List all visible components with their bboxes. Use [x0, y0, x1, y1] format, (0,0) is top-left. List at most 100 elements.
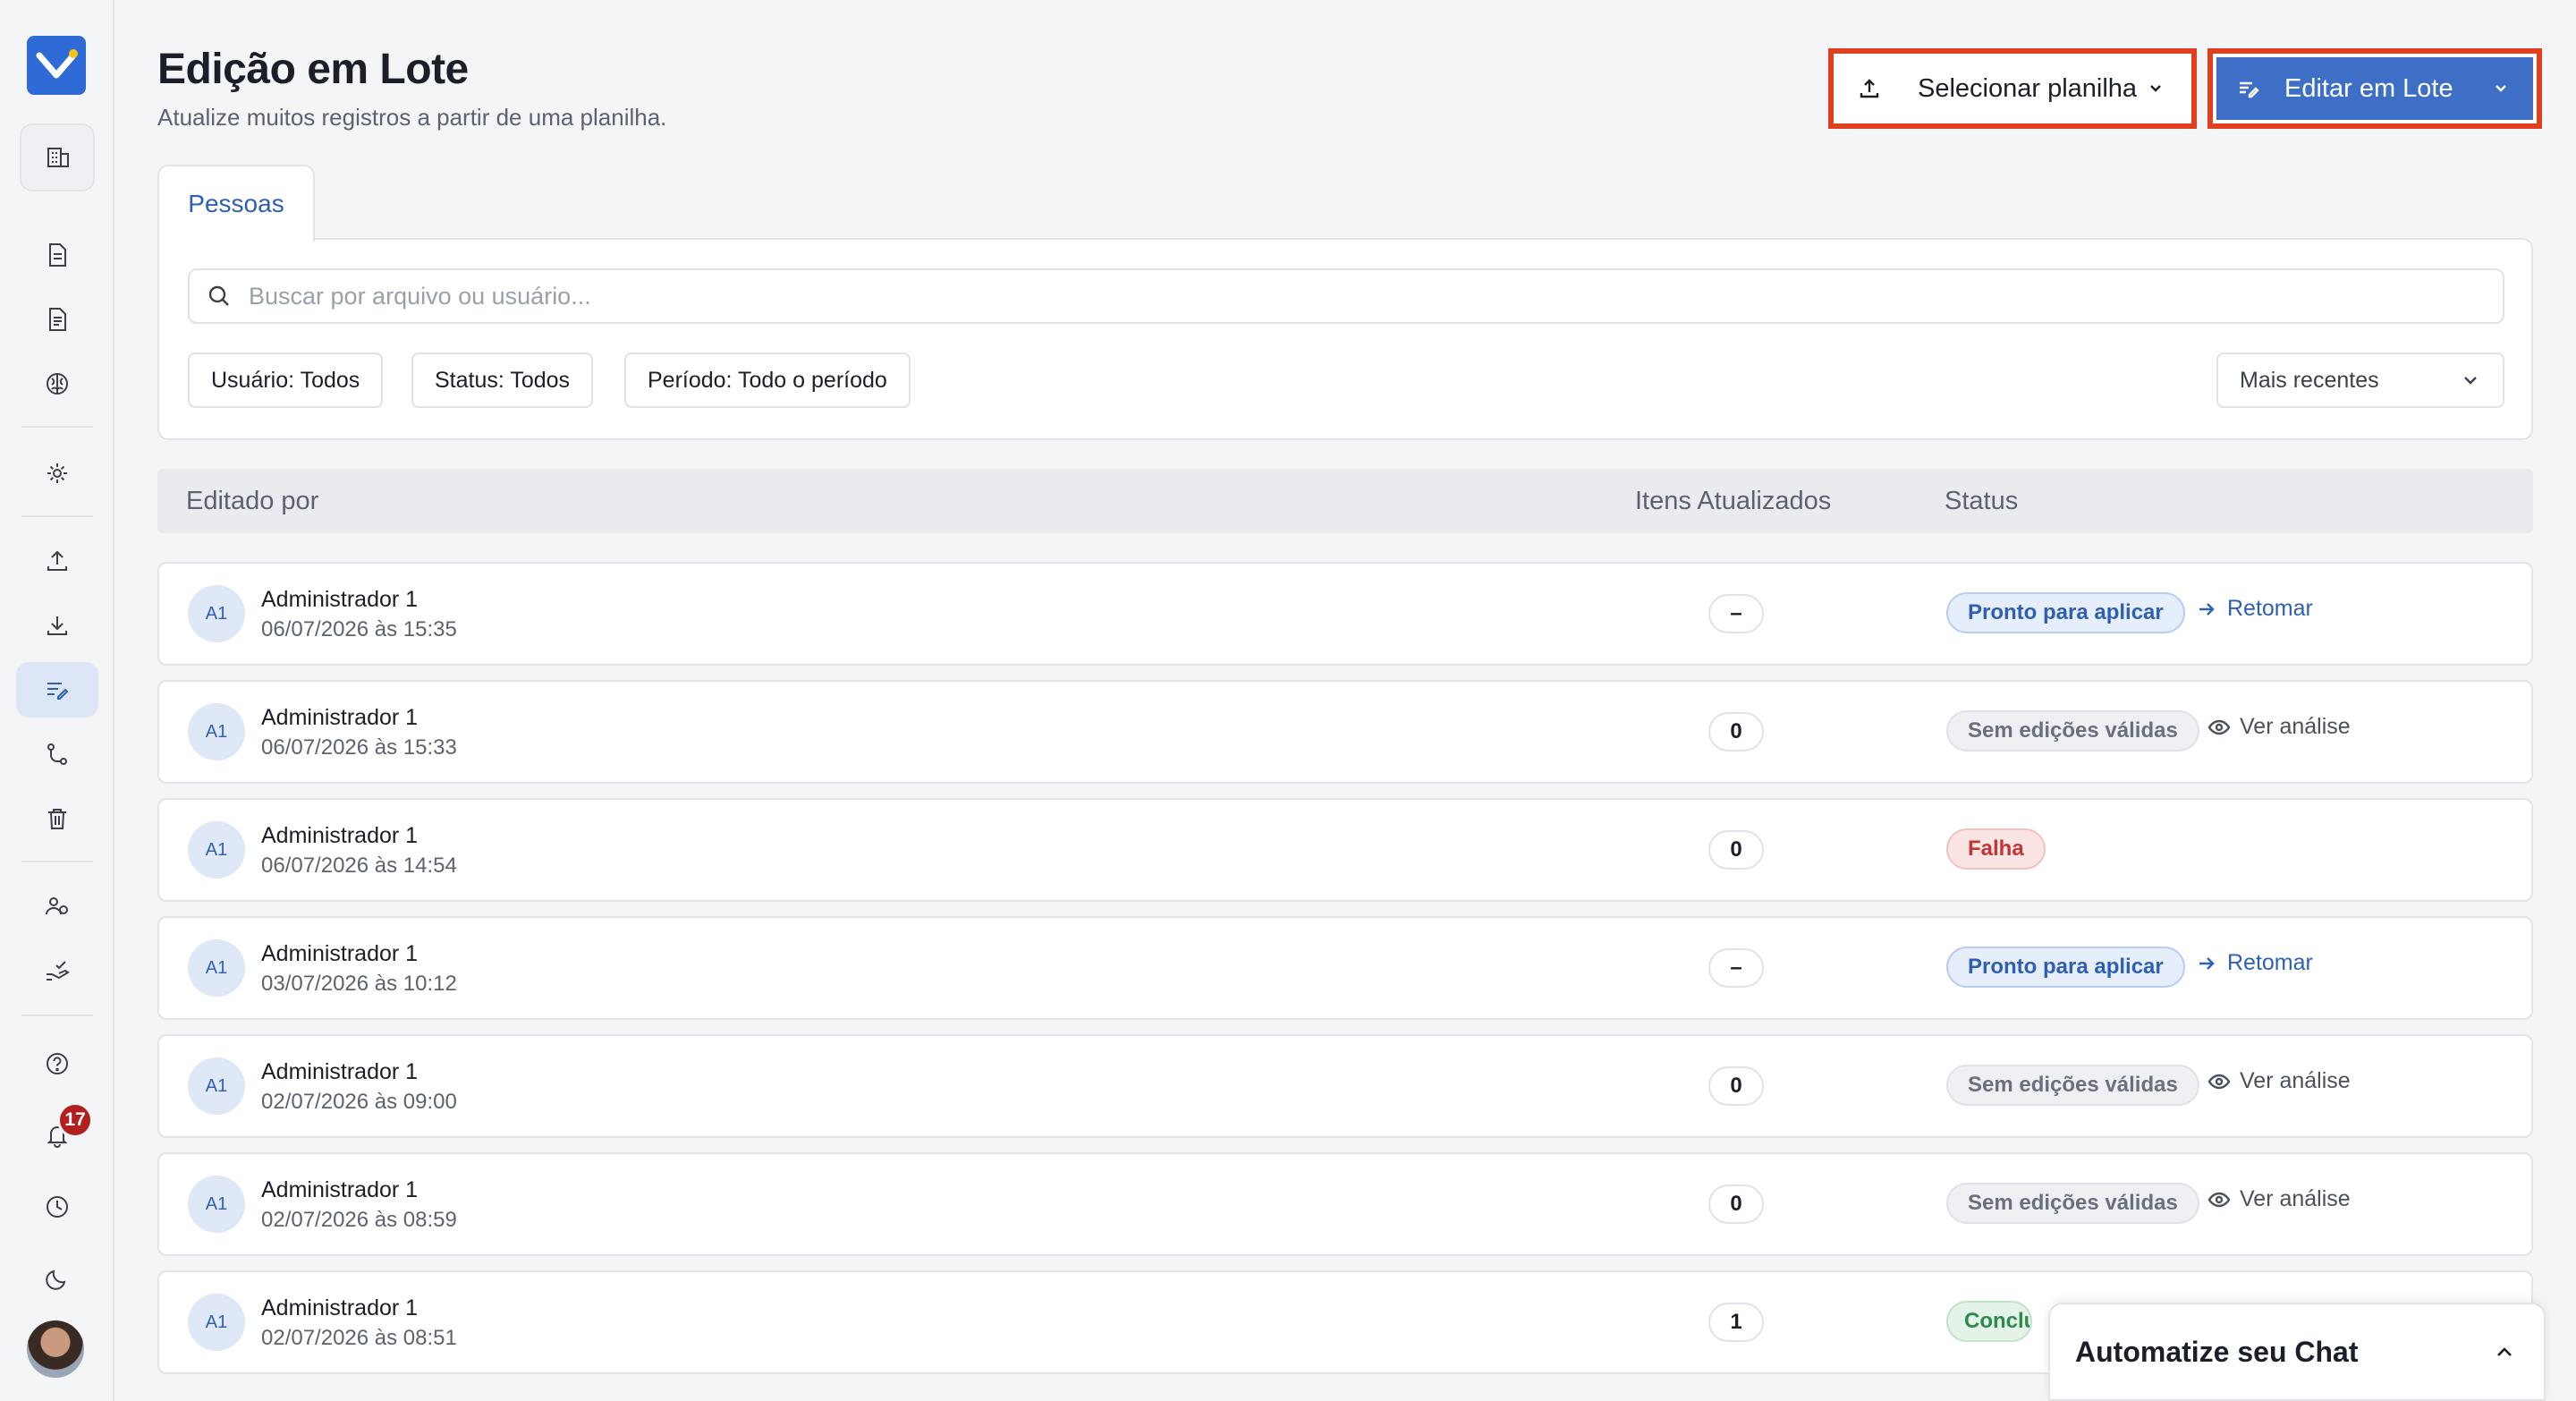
view-analysis-label: Ver análise	[2240, 1186, 2351, 1211]
column-edited-by: Editado por	[186, 487, 319, 515]
sidebar-item-trash[interactable]	[16, 791, 98, 846]
sidebar-divider	[21, 426, 93, 428]
items-updated-count: 0	[1708, 1184, 1764, 1224]
tab-pessoas[interactable]: Pessoas	[157, 165, 315, 242]
sidebar-item-export[interactable]	[16, 598, 98, 653]
app-logo[interactable]	[27, 36, 86, 95]
user-initials-avatar: A1	[188, 1057, 245, 1115]
table-row[interactable]: A1 Administrador 1 06/07/2026 às 15:35 – Pro…	[157, 562, 2533, 666]
document-icon	[49, 243, 66, 267]
search-icon	[208, 285, 229, 306]
status-badge: Sem edições válidas	[1946, 1065, 2199, 1106]
table-row[interactable]: A1 Administrador 1 03/07/2026 às 10:12 – Pro…	[157, 916, 2533, 1020]
view-analysis-link[interactable]: Ver análise	[2207, 1186, 2351, 1212]
chevron-down-icon	[2496, 85, 2506, 92]
items-updated-count: –	[1708, 594, 1764, 633]
sidebar-item-company[interactable]	[20, 123, 95, 191]
editor-name: Administrador 1	[261, 705, 419, 730]
filter-status[interactable]: Status: Todos	[411, 352, 594, 408]
chat-widget-label: Automatize seu Chat	[2075, 1335, 2359, 1368]
eye-icon	[2207, 719, 2231, 734]
filter-panel: Usuário: Todos Status: Todos Período: To…	[157, 238, 2533, 440]
status-badge: Falha	[1946, 828, 2046, 870]
sidebar-item-import[interactable]	[16, 533, 98, 589]
user-initials-avatar: A1	[188, 1176, 245, 1233]
view-analysis-link[interactable]: Ver análise	[2207, 714, 2351, 740]
chevron-up-icon	[2497, 1347, 2512, 1356]
sidebar-divider	[21, 861, 93, 862]
filter-user[interactable]: Usuário: Todos	[188, 352, 384, 408]
status-badge: Sem edições válidas	[1946, 1183, 2199, 1224]
column-status: Status	[1945, 487, 2019, 515]
edit-date: 06/07/2026 às 15:35	[261, 617, 457, 641]
select-spreadsheet-button[interactable]: Selecionar planilha	[1828, 48, 2197, 129]
sidebar-divider	[21, 1015, 93, 1016]
flow-icon	[47, 743, 67, 765]
sidebar: 17	[0, 0, 114, 1401]
brain-icon	[47, 373, 68, 395]
resume-link[interactable]: Retomar	[2195, 596, 2313, 622]
resume-link[interactable]: Retomar	[2195, 950, 2313, 976]
edit-date: 03/07/2026 às 10:12	[261, 972, 457, 996]
filter-period[interactable]: Período: Todo o período	[624, 352, 911, 408]
sort-select[interactable]: Mais recentes	[2216, 352, 2504, 408]
moon-icon	[46, 1269, 66, 1290]
sidebar-item-documents[interactable]	[16, 227, 98, 283]
sidebar-item-history[interactable]	[16, 1179, 98, 1235]
user-initials-avatar: A1	[188, 1294, 245, 1351]
building-icon	[47, 148, 69, 167]
status-badge: Sem edições válidas	[1946, 710, 2199, 751]
items-updated-count: 0	[1708, 712, 1764, 751]
sort-select-value: Mais recentes	[2240, 367, 2379, 393]
table-header: Editado por Itens Atualizados Status	[157, 469, 2533, 533]
sidebar-item-users[interactable]	[16, 879, 98, 934]
items-updated-count: 1	[1708, 1303, 1764, 1342]
gear-icon	[47, 463, 67, 483]
editor-name: Administrador 1	[261, 1177, 419, 1202]
search-field[interactable]	[188, 268, 2504, 324]
sidebar-item-approvals[interactable]	[16, 943, 98, 998]
sidebar-item-help[interactable]	[16, 1036, 98, 1091]
editor-name: Administrador 1	[261, 823, 419, 848]
sidebar-item-flows[interactable]	[16, 726, 98, 782]
status-badge: Pronto para aplicar	[1946, 592, 2185, 633]
table-row[interactable]: A1 Administrador 1 06/07/2026 às 14:54 0 Fal…	[157, 798, 2533, 902]
items-updated-count: 0	[1708, 830, 1764, 870]
clock-icon	[47, 1196, 68, 1218]
table-row[interactable]: A1 Administrador 1 02/07/2026 às 09:00 0 Sem…	[157, 1034, 2533, 1138]
document-lines-icon	[49, 308, 66, 331]
view-analysis-link[interactable]: Ver análise	[2207, 1068, 2351, 1094]
edit-date: 06/07/2026 às 15:33	[261, 735, 457, 760]
sidebar-item-reports[interactable]	[16, 292, 98, 347]
items-updated-count: –	[1708, 948, 1764, 988]
chat-widget[interactable]: Automatize seu Chat	[2048, 1303, 2546, 1401]
notification-badge: 17	[57, 1102, 93, 1138]
help-icon	[47, 1053, 68, 1074]
chevron-down-icon	[2150, 85, 2161, 92]
user-avatar[interactable]	[27, 1320, 84, 1378]
page-title: Edição em Lote	[157, 46, 469, 93]
sidebar-item-ai[interactable]	[16, 356, 98, 412]
download-icon	[47, 616, 67, 635]
editor-name: Administrador 1	[261, 587, 419, 612]
select-spreadsheet-label: Selecionar planilha	[1918, 73, 2138, 103]
hand-check-icon	[47, 961, 70, 981]
search-input[interactable]	[249, 282, 2395, 310]
trash-icon	[48, 809, 66, 829]
arrow-right-icon	[2199, 602, 2215, 616]
users-icon	[46, 897, 68, 915]
eye-icon	[2207, 1192, 2231, 1207]
resume-label: Retomar	[2227, 950, 2313, 975]
table-row[interactable]: A1 Administrador 1 02/07/2026 às 08:59 0 Sem…	[157, 1152, 2533, 1256]
chevron-down-icon	[2464, 377, 2477, 385]
editor-name: Administrador 1	[261, 941, 419, 966]
edit-date: 06/07/2026 às 14:54	[261, 853, 457, 878]
edit-date: 02/07/2026 às 09:00	[261, 1090, 457, 1114]
sidebar-item-settings[interactable]	[16, 446, 98, 501]
sidebar-item-theme[interactable]	[16, 1251, 98, 1306]
table-row[interactable]: A1 Administrador 1 06/07/2026 às 15:33 0 Sem…	[157, 680, 2533, 784]
batch-edit-label: Editar em Lote	[2284, 73, 2453, 103]
sidebar-item-batch-edit[interactable]	[16, 662, 98, 717]
arrow-right-icon	[2199, 956, 2215, 970]
batch-edit-button[interactable]: Editar em Lote	[2207, 48, 2542, 129]
